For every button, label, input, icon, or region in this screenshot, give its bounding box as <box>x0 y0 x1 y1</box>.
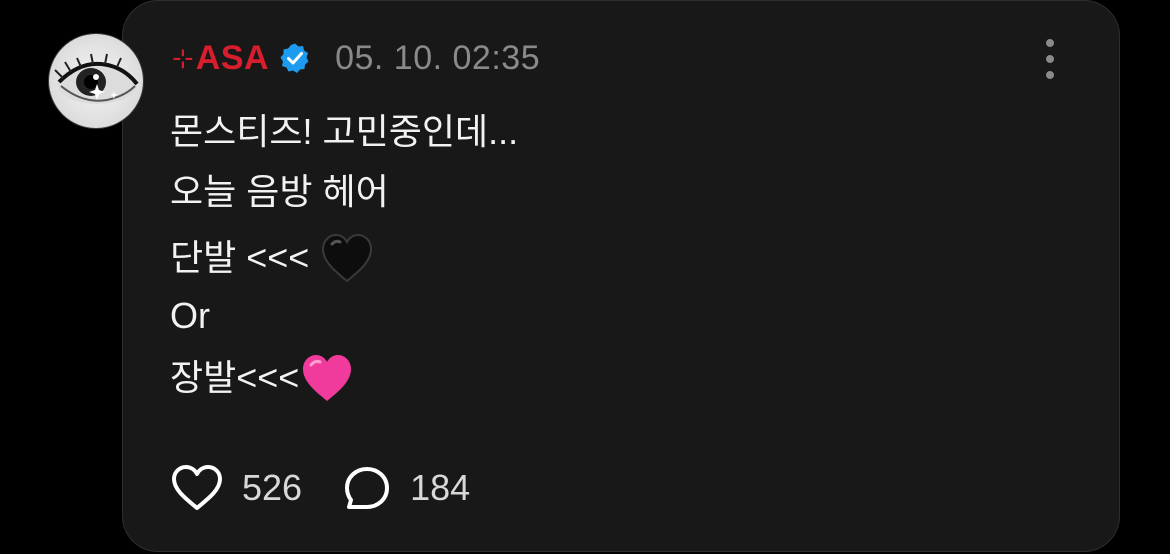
post-line: Or <box>170 298 210 334</box>
speech-bubble-icon <box>345 467 390 509</box>
username-sparkle: ⊹ <box>172 43 194 73</box>
like-count: 526 <box>242 467 303 508</box>
post-line-text: 오늘 음방 헤어 <box>170 171 389 212</box>
more-options-button[interactable] <box>1038 39 1062 79</box>
more-dot <box>1046 71 1054 79</box>
post-line-text: Or <box>170 295 210 336</box>
post-line-text: 장발<<< <box>170 357 300 398</box>
post-actions: 526 184 <box>170 462 470 514</box>
more-vertical-icon <box>1046 39 1054 47</box>
more-dot <box>1046 55 1054 63</box>
pink-heart-emoji <box>299 355 355 401</box>
post-line: 단발 <<< <box>170 232 375 284</box>
post-timestamp: 05. 10. 02:35 <box>335 39 541 77</box>
heart-outline-icon <box>172 465 222 510</box>
post-line: 장발<<< <box>170 352 355 404</box>
verified-badge-icon <box>279 42 311 74</box>
username[interactable]: ASA <box>196 41 269 75</box>
post-line-text: 단발 <<< <box>170 237 320 278</box>
post-header: ⊹ ASA 05. 10. 02:35 <box>172 36 540 80</box>
reply-button[interactable]: 184 <box>342 464 470 512</box>
eye-image <box>54 53 139 104</box>
reply-count: 184 <box>410 467 471 508</box>
post-line: 오늘 음방 헤어 <box>170 174 389 210</box>
post-line: 몬스티즈! 고민중인데... <box>170 114 518 150</box>
like-button[interactable]: 526 <box>170 464 302 512</box>
black-heart-emoji <box>319 233 375 283</box>
avatar[interactable] <box>48 33 144 129</box>
post-line-text: 몬스티즈! 고민중인데... <box>170 111 519 152</box>
